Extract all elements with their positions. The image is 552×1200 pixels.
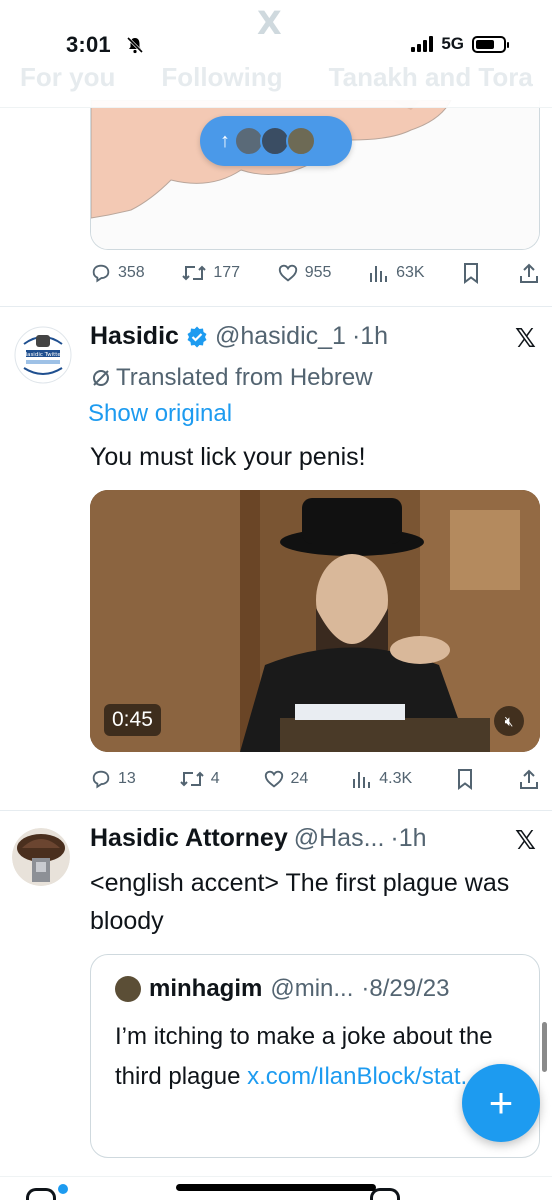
tweet-header: Hasidic @hasidic_1·1h	[90, 322, 388, 351]
silent-bell-icon	[126, 36, 144, 59]
like-button[interactable]: 955	[277, 262, 332, 284]
timestamp: ·1h	[351, 322, 389, 350]
translation-note: Translated from Hebrew	[90, 364, 373, 392]
tab-tanakh-and-torah[interactable]: Tanakh and Tora	[329, 62, 533, 93]
share-icon	[519, 769, 538, 789]
handle[interactable]: @hasidic_1	[215, 322, 346, 351]
avatar[interactable]: Hasidic Twitter	[14, 326, 72, 384]
bookmark-button[interactable]	[455, 768, 475, 790]
tab-for-you[interactable]: For you	[20, 62, 115, 93]
tweet-text: You must lick your penis!	[90, 443, 366, 471]
avatar-text: Hasidic Twitter	[23, 352, 64, 358]
avatar	[286, 126, 316, 156]
retweet-icon	[182, 265, 207, 281]
like-count: 955	[304, 264, 332, 281]
divider	[0, 810, 552, 811]
tweet-actions: 13 4 24 4.3K	[90, 768, 540, 790]
video-player[interactable]: 0:45 🔇︎	[90, 490, 540, 752]
new-posts-pill[interactable]: ↑	[200, 116, 352, 166]
reply-icon	[92, 770, 110, 789]
views-icon	[370, 266, 388, 282]
quote-link[interactable]: x.com/IlanBlock/stat...	[247, 1063, 480, 1090]
retweet-count: 4	[210, 770, 220, 787]
views-button[interactable]: 4.3K	[351, 768, 412, 790]
reply-button[interactable]: 358	[90, 262, 145, 284]
reply-button[interactable]: 13	[90, 768, 136, 790]
battery-icon	[472, 35, 509, 53]
bookmark-button[interactable]	[461, 262, 481, 284]
video-duration: 0:45	[104, 704, 161, 736]
retweet-button[interactable]: 4	[179, 768, 220, 790]
timestamp: ·1h	[390, 824, 427, 852]
tab-following[interactable]: Following	[161, 62, 282, 93]
quote-display-name: minhagim	[149, 975, 263, 1002]
notification-dot	[58, 1184, 68, 1194]
x-close-icon[interactable]: 𝕏	[515, 324, 536, 354]
translated-label: Translated from Hebrew	[116, 364, 373, 391]
arrow-up-icon: ↑	[220, 129, 230, 152]
heart-icon	[278, 264, 297, 282]
x-logo-icon[interactable]: X	[257, 4, 282, 42]
bookmark-icon	[464, 263, 479, 284]
x-close-icon[interactable]: 𝕏	[515, 826, 536, 856]
tweet-text: <english accent> The first plague was bl…	[90, 869, 510, 935]
show-original-link[interactable]: Show original	[88, 400, 232, 428]
view-count: 63K	[396, 264, 425, 281]
tweet-header: Hasidic Attorney @Has... ·1h	[90, 824, 427, 853]
views-button[interactable]: 63K	[368, 262, 425, 284]
share-button[interactable]	[518, 768, 540, 790]
top-header: 3:01 X 5G For you Following Tanakh and T…	[0, 0, 552, 108]
heart-icon	[264, 770, 283, 788]
avatar[interactable]	[12, 828, 70, 886]
avatar	[115, 976, 141, 1002]
divider	[0, 306, 552, 307]
views-icon	[353, 772, 371, 788]
share-button[interactable]	[518, 262, 540, 284]
tweet-actions: 358 177 955 63K	[90, 262, 540, 284]
handle[interactable]: @Has...	[294, 824, 385, 853]
like-button[interactable]: 24	[263, 768, 309, 790]
retweet-icon	[179, 771, 204, 787]
quote-text: I’m itching to make a joke about the thi…	[115, 1017, 525, 1097]
share-icon	[519, 263, 538, 283]
signal-icon	[411, 36, 434, 52]
home-indicator	[176, 1184, 376, 1191]
display-name[interactable]: Hasidic Attorney	[90, 824, 288, 853]
network-type: 5G	[441, 34, 464, 53]
reply-icon	[92, 264, 110, 283]
verified-badge-icon	[187, 326, 207, 347]
scrollbar[interactable]	[542, 1022, 547, 1072]
compose-button[interactable]: +	[462, 1064, 540, 1142]
quote-date: ·8/29/23	[361, 975, 450, 1002]
translate-icon	[93, 370, 109, 386]
display-name[interactable]: Hasidic	[90, 322, 179, 351]
quote-handle: @min...	[270, 975, 354, 1002]
home-icon[interactable]	[26, 1188, 56, 1200]
view-count: 4.3K	[379, 770, 413, 787]
like-count: 24	[290, 770, 309, 787]
reply-count: 358	[118, 264, 145, 281]
retweet-button[interactable]: 177	[181, 262, 240, 284]
retweet-count: 177	[213, 264, 241, 281]
reply-count: 13	[118, 770, 136, 787]
status-time: 3:01	[66, 32, 111, 57]
bookmark-icon	[458, 769, 473, 790]
mute-icon[interactable]: 🔇︎	[494, 706, 524, 736]
quote-header: minhagim @min... ·8/29/23	[115, 975, 449, 1003]
